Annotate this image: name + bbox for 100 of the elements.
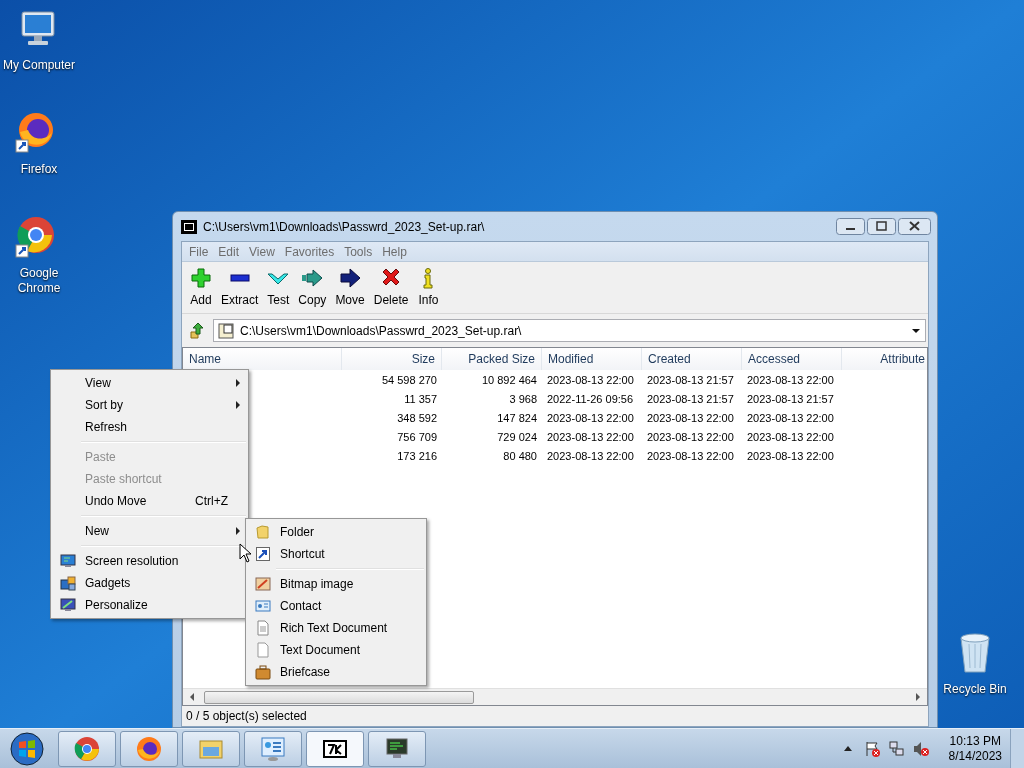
horizontal-scrollbar[interactable] — [183, 688, 927, 705]
menu-item[interactable]: Refresh — [51, 416, 248, 438]
desktop-icon-label[interactable]: Firefox — [0, 162, 78, 177]
menu-item[interactable]: Gadgets — [51, 572, 248, 594]
table-cell-text: 2023-08-13 22:00 — [546, 411, 635, 427]
scrollbar-thumb[interactable] — [204, 690, 474, 704]
table-cell-text: 54 598 270 — [380, 373, 438, 389]
up-folder-button[interactable] — [188, 321, 206, 340]
arrow-right-icon — [339, 266, 362, 289]
close-button[interactable] — [898, 218, 931, 235]
shortcut-icon — [255, 546, 271, 562]
browser-globe-icon — [135, 734, 163, 763]
desktop-icon-label[interactable]: Google Chrome — [0, 266, 78, 296]
app-logo-icon — [182, 220, 196, 233]
table-cell-text: 2023-08-13 22:00 — [746, 411, 835, 427]
table-cell-text: 2023-08-13 22:00 — [546, 449, 635, 465]
table-cell-text: 2023-08-13 22:00 — [746, 430, 835, 446]
maximize-button[interactable] — [867, 218, 896, 235]
taskbar-button[interactable] — [120, 730, 178, 767]
table-cell-text: 2022-11-26 09:56 — [546, 392, 635, 408]
desktop-icon-label[interactable]: My Computer — [0, 58, 78, 73]
network-icon[interactable] — [888, 740, 905, 757]
submenu-arrow-icon — [236, 527, 240, 535]
menu-item[interactable]: Text Document — [246, 639, 426, 661]
table-cell-text: 10 892 464 — [480, 373, 538, 389]
briefcase-icon — [255, 664, 271, 680]
menu-item[interactable]: Sort by — [51, 394, 248, 416]
menu-item[interactable]: Undo Move Ctrl+Z — [51, 490, 248, 512]
start-button[interactable] — [10, 731, 44, 766]
folder-icon — [255, 524, 271, 540]
image-icon — [255, 576, 271, 592]
column-header[interactable]: Size — [342, 348, 442, 370]
document-icon — [255, 642, 271, 658]
archive-icon — [218, 322, 234, 339]
menu-item[interactable]: Bitmap image — [246, 573, 426, 595]
volume-muted-icon[interactable] — [912, 740, 929, 757]
table-cell-text: 2023-08-13 21:57 — [646, 392, 735, 408]
column-header[interactable]: Modified — [542, 348, 642, 370]
table-cell-text: 3 968 — [508, 392, 538, 408]
status-text: 0 / 5 object(s) selected — [186, 708, 307, 725]
control-panel-icon — [259, 734, 287, 763]
table-cell-text: 2023-08-13 22:00 — [746, 449, 835, 465]
table-cell-text: 2023-08-13 22:00 — [546, 373, 635, 389]
submenu-arrow-icon — [236, 379, 240, 387]
table-cell-text: 173 216 — [396, 449, 438, 465]
table-cell-text: 2023-08-13 21:57 — [646, 373, 735, 389]
plus-icon — [190, 266, 212, 289]
toolbar-button[interactable]: Move — [331, 266, 369, 309]
window-title: C:\Users\vm1\Downloads\Passwrd_2023_Set-up.rar\ — [203, 218, 486, 236]
toolbar-button[interactable]: Extract — [217, 266, 263, 309]
flag-icon[interactable] — [864, 740, 881, 757]
menu-item[interactable]: Help — [377, 242, 412, 261]
table-cell-text: 729 024 — [496, 430, 538, 446]
table-cell-text: 2023-08-13 21:57 — [746, 392, 835, 408]
menu-item[interactable]: Briefcase — [246, 661, 426, 683]
clock[interactable]: 10:13 PM 8/14/2023 — [948, 733, 1002, 764]
menu-item[interactable]: New — [51, 520, 248, 542]
taskbar-button[interactable] — [306, 730, 364, 767]
toolbar-button[interactable]: Info — [413, 266, 444, 309]
arrow-right-icon — [301, 266, 324, 289]
desktop-icon-label[interactable]: Recycle Bin — [937, 682, 1013, 697]
menu-item[interactable]: Personalize — [51, 594, 248, 616]
column-header[interactable]: Name — [183, 348, 342, 370]
scroll-left-icon[interactable] — [188, 692, 196, 702]
toolbar-button[interactable]: Copy — [294, 266, 331, 309]
dropdown-arrow-icon[interactable] — [911, 327, 921, 334]
menu-item[interactable]: Folder — [246, 521, 426, 543]
table-cell-text: 756 709 — [396, 430, 438, 446]
menu-item[interactable]: Edit — [213, 242, 245, 261]
column-header[interactable]: Packed Size — [442, 348, 542, 370]
menu-item[interactable]: File — [184, 242, 214, 261]
toolbar-button[interactable]: Add — [186, 266, 216, 309]
table-cell-text: 80 480 — [502, 449, 538, 465]
menu-item[interactable]: Contact — [246, 595, 426, 617]
scroll-right-icon[interactable] — [914, 692, 922, 702]
table-cell-text: 2023-08-13 22:00 — [746, 373, 835, 389]
menu-item[interactable]: Rich Text Document — [246, 617, 426, 639]
column-header[interactable]: Accessed — [742, 348, 842, 370]
menu-item[interactable]: View — [244, 242, 280, 261]
submenu-arrow-icon — [236, 401, 240, 409]
table-cell-text: 2023-08-13 22:00 — [646, 411, 735, 427]
document-icon — [255, 620, 271, 636]
browser-circle-icon — [73, 734, 101, 763]
toolbar-button[interactable]: Delete — [369, 266, 413, 309]
contact-card-icon — [255, 598, 271, 614]
table-cell-text: 348 592 — [396, 411, 438, 427]
table-cell-text: 2023-08-13 22:00 — [546, 430, 635, 446]
table-cell-text: 2023-08-13 22:00 — [646, 449, 735, 465]
menu-item[interactable]: Favorites — [279, 242, 340, 261]
minimize-button[interactable] — [836, 218, 865, 235]
column-header[interactable]: Created — [642, 348, 742, 370]
gadgets-icon — [60, 575, 76, 591]
monitor-icon — [60, 597, 76, 613]
menu-item[interactable]: Tools — [339, 242, 378, 261]
toolbar-button[interactable]: Test — [263, 266, 294, 309]
taskbar-button[interactable] — [368, 730, 426, 767]
monitor-icon — [60, 553, 76, 569]
show-hidden-icons-button[interactable] — [842, 745, 853, 752]
menu-item[interactable]: View — [51, 372, 248, 394]
address-field[interactable]: C:\Users\vm1\Downloads\Passwrd_2023_Set-up.rar\ — [213, 319, 926, 342]
